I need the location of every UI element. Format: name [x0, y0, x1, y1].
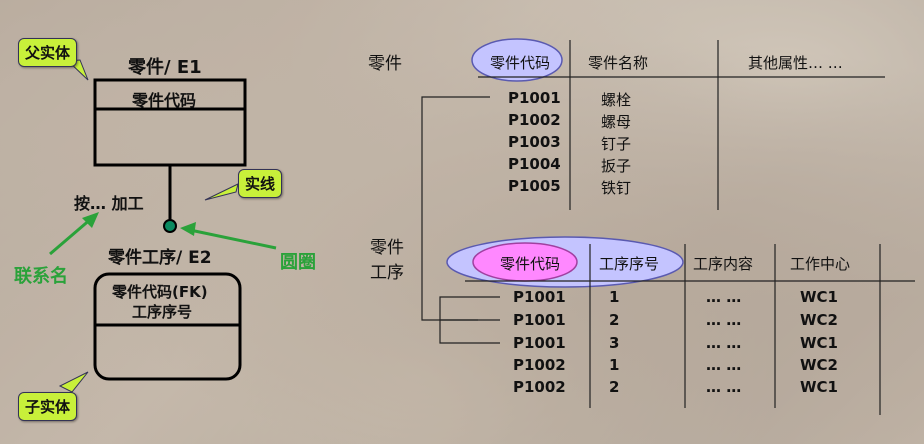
parts-row-code: P1002 [508, 111, 561, 129]
proc-row-code: P1002 [513, 378, 566, 396]
child-key-seq: 工序序号 [132, 303, 193, 321]
arrow-circle-head [180, 222, 196, 236]
relationship-name: 按… 加工 [74, 194, 144, 213]
parts-header-other: 其他属性… … [748, 54, 843, 72]
parts-row-code: P1003 [508, 133, 561, 151]
parent-entity-key: 零件代码 [132, 91, 197, 110]
parts-row-name: 扳子 [601, 157, 632, 175]
relationship-circle [163, 219, 177, 233]
proc-row-content: … … [706, 356, 742, 374]
proc-table-label-2: 工序 [370, 263, 404, 283]
proc-row-center: WC2 [800, 311, 838, 329]
proc-row-center: WC1 [800, 378, 838, 396]
callout-child-entity: 子实体 [18, 392, 78, 421]
parts-row-name: 螺母 [601, 113, 632, 131]
proc-row-code: P1002 [513, 356, 566, 374]
parts-row-name: 螺栓 [601, 91, 632, 109]
label-relationship-name: 联系名 [14, 266, 68, 287]
parts-table-label: 零件 [368, 54, 402, 74]
proc-row-seq: 1 [609, 288, 620, 306]
proc-row-center: WC1 [800, 288, 838, 306]
proc-row-content: … … [706, 288, 742, 306]
proc-row-code: P1001 [513, 334, 566, 352]
proc-row-seq: 2 [609, 311, 620, 329]
proc-row-content: … … [706, 334, 742, 352]
proc-row-code: P1001 [513, 288, 566, 306]
proc-table-label-1: 零件 [370, 238, 404, 258]
parent-entity-title: 零件/ E1 [128, 57, 202, 78]
proc-row-content: … … [706, 311, 742, 329]
parts-header-name: 零件名称 [588, 54, 649, 72]
parts-row-code: P1005 [508, 177, 561, 195]
proc-header-center: 工作中心 [790, 255, 851, 273]
parts-header-code: 零件代码 [490, 54, 551, 72]
parts-row-name: 钉子 [601, 135, 632, 153]
proc-row-center: WC2 [800, 356, 838, 374]
arrow-rel-name [49, 216, 93, 256]
proc-header-content: 工序内容 [693, 255, 754, 273]
proc-header-code: 零件代码 [500, 255, 561, 273]
parts-row-code: P1004 [508, 155, 561, 173]
callout-tail-child [58, 371, 89, 393]
callout-parent-entity: 父实体 [18, 38, 78, 67]
label-circle: 圆圈 [280, 252, 316, 273]
child-entity-title: 零件工序/ E2 [108, 248, 212, 268]
proc-row-code: P1001 [513, 311, 566, 329]
callout-tail-solid [204, 183, 239, 201]
proc-row-content: … … [706, 378, 742, 396]
parts-row-code: P1001 [508, 89, 561, 107]
proc-row-seq: 2 [609, 378, 620, 396]
proc-header-seq: 工序序号 [599, 255, 660, 273]
proc-row-seq: 1 [609, 356, 620, 374]
proc-row-seq: 3 [609, 334, 620, 352]
child-key-fk: 零件代码(FK) [112, 283, 208, 301]
callout-solid-line: 实线 [238, 169, 283, 198]
parts-row-name: 铁钉 [601, 179, 632, 197]
proc-row-center: WC1 [800, 334, 838, 352]
connector-main [421, 96, 490, 321]
